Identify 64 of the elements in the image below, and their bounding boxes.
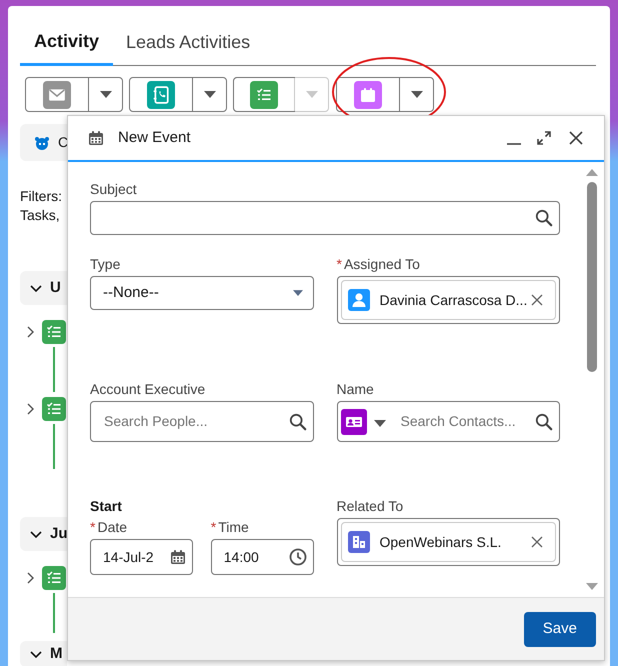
field-label: Related To xyxy=(336,497,404,515)
envelope-icon xyxy=(43,80,71,108)
search-field[interactable] xyxy=(90,201,560,235)
filters-text: Filters: xyxy=(20,187,63,206)
group-title: M xyxy=(50,644,62,664)
group-header[interactable]: U xyxy=(20,271,67,305)
field-label: Type xyxy=(90,255,120,273)
expand-icon[interactable] xyxy=(536,130,552,146)
tab[interactable]: Leads Activities xyxy=(113,22,264,65)
calendar-icon xyxy=(88,130,104,146)
clock-icon[interactable] xyxy=(288,548,306,566)
scrollbar-thumb[interactable] xyxy=(587,182,597,372)
caret-icon xyxy=(100,90,112,98)
field-label: Account Executive xyxy=(90,380,206,398)
time-input-field[interactable]: 14:00 xyxy=(210,539,314,575)
selected-record-pill[interactable]: Davinia Carrascosa D... xyxy=(340,280,556,320)
required-asterisk: * xyxy=(210,518,216,536)
selected-record-pill[interactable]: OpenWebinars S.L. xyxy=(340,522,556,562)
remove-icon[interactable] xyxy=(531,536,543,548)
search-icon xyxy=(535,412,553,430)
close-icon[interactable] xyxy=(568,130,584,146)
scroll-down-icon[interactable] xyxy=(586,583,598,591)
required-asterisk: * xyxy=(90,518,96,536)
building-icon xyxy=(348,531,370,553)
scroll-up-icon[interactable] xyxy=(586,168,598,176)
group-header[interactable]: M xyxy=(20,641,67,666)
timeline-line xyxy=(53,593,55,633)
bot-icon xyxy=(34,134,50,150)
required-asterisk: * xyxy=(336,255,342,273)
field-label: Assigned To xyxy=(344,255,420,273)
search-icon xyxy=(288,412,306,430)
select-field[interactable]: --None-- xyxy=(90,276,314,310)
field-label: Date xyxy=(97,518,128,536)
contact-card-icon xyxy=(340,408,366,434)
group-header[interactable]: Ju xyxy=(20,517,67,551)
calendar-icon[interactable] xyxy=(170,549,186,565)
timeline-line xyxy=(53,347,55,392)
field-label: Name xyxy=(336,380,374,398)
group-title: Ju xyxy=(50,524,68,544)
search-field[interactable]: Search People... xyxy=(90,401,314,442)
filters-text: Tasks, xyxy=(20,206,61,225)
task-list-icon xyxy=(250,80,278,108)
timeline-line xyxy=(53,424,55,469)
field-label: Subject xyxy=(90,180,137,198)
group-title: U xyxy=(50,278,61,298)
calendar-icon xyxy=(354,80,382,108)
caret-icon xyxy=(292,290,302,296)
field-label: Start xyxy=(90,497,122,515)
search-icon xyxy=(535,209,553,227)
field-label: Time xyxy=(218,518,249,536)
banner-text: C xyxy=(58,133,68,152)
phone-book-icon xyxy=(147,80,175,108)
caret-icon xyxy=(306,90,318,98)
caret-icon xyxy=(204,90,216,98)
user-icon xyxy=(348,289,370,311)
modal-title: New Event xyxy=(118,128,191,148)
remove-icon[interactable] xyxy=(531,294,543,306)
tab[interactable]: Activity xyxy=(20,22,114,66)
caret-icon[interactable] xyxy=(374,420,386,428)
date-input-field[interactable]: 14-Jul-2 xyxy=(90,539,193,575)
caret-icon xyxy=(410,90,422,98)
task-action-button[interactable] xyxy=(233,77,295,112)
lookup-field[interactable]: Search Contacts... xyxy=(336,401,560,442)
save-button[interactable]: Save xyxy=(524,612,596,646)
